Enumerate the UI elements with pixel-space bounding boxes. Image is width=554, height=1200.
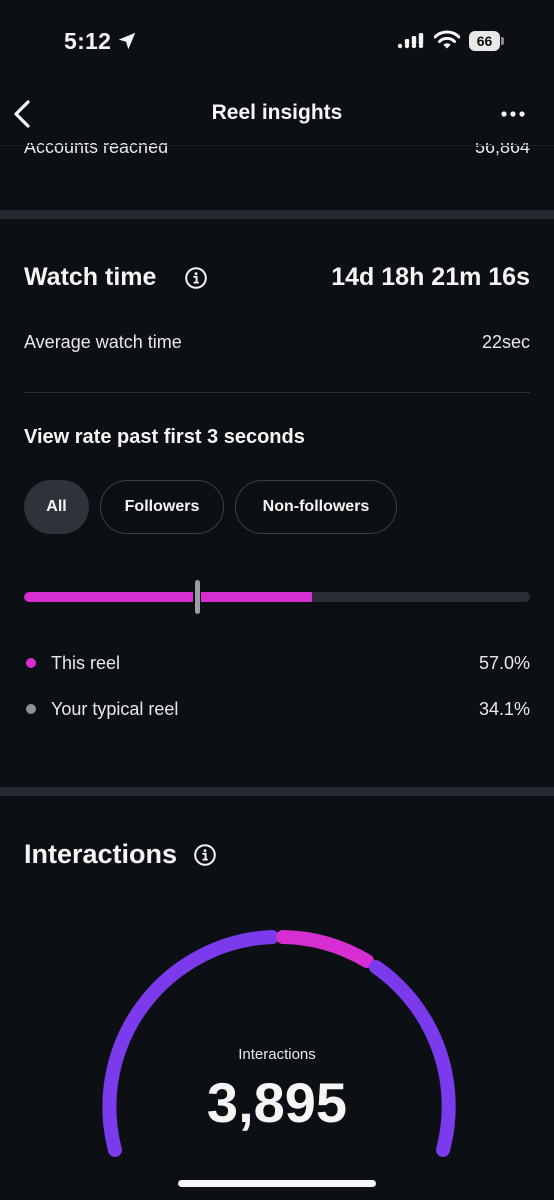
- gauge-label: Interactions: [238, 1046, 316, 1063]
- battery-level: 66: [469, 31, 500, 51]
- this-reel-bar-fill: [24, 592, 312, 602]
- this-reel-label: This reel: [51, 653, 121, 673]
- this-reel-legend-dot: [26, 658, 36, 668]
- this-reel-value: 57.0%: [478, 653, 530, 673]
- filter-chip-label: Followers: [124, 498, 200, 515]
- filter-chip-label: All: [46, 498, 67, 515]
- divider: [24, 392, 530, 393]
- interactions-title: Interactions: [24, 839, 178, 869]
- status-time: 5:12: [64, 28, 112, 54]
- typical-reel-value: 34.1%: [478, 699, 530, 719]
- filter-chip-followers[interactable]: Followers: [100, 480, 224, 534]
- info-icon[interactable]: [193, 843, 217, 867]
- filter-chip-non-followers[interactable]: Non-followers: [235, 480, 397, 534]
- watch-time-title: Watch time: [24, 263, 157, 291]
- typical-reel-label: Your typical reel: [51, 699, 179, 719]
- average-watch-time-value: 22sec: [481, 332, 530, 352]
- typical-reel-marker: [195, 580, 200, 614]
- average-watch-time-label: Average watch time: [24, 332, 182, 352]
- view-rate-heading: View rate past first 3 seconds: [24, 426, 305, 448]
- wifi-icon: [434, 30, 460, 49]
- typical-reel-legend-dot: [26, 704, 36, 714]
- filter-chip-all[interactable]: All: [24, 480, 89, 534]
- battery-indicator: 66: [469, 31, 505, 51]
- more-horizontal-icon[interactable]: [500, 104, 526, 124]
- filter-chip-label: Non-followers: [262, 498, 370, 515]
- battery-tip: [501, 37, 504, 45]
- section-divider: [0, 787, 554, 796]
- page-title: Reel insights: [211, 101, 343, 124]
- watch-time-value: 14d 18h 21m 16s: [331, 263, 530, 291]
- home-indicator[interactable]: [178, 1180, 376, 1187]
- section-divider: [0, 210, 554, 219]
- location-arrow-icon: [118, 32, 136, 50]
- gauge-arc-highlight: [276, 930, 374, 968]
- info-icon[interactable]: [184, 266, 208, 290]
- view-rate-bar: [24, 592, 530, 602]
- cellular-signal-icon: [397, 33, 424, 49]
- interactions-total: 3,895: [206, 1071, 348, 1134]
- header-divider: [0, 145, 554, 146]
- accounts-reached-row: Accounts reached 56,864: [0, 143, 554, 165]
